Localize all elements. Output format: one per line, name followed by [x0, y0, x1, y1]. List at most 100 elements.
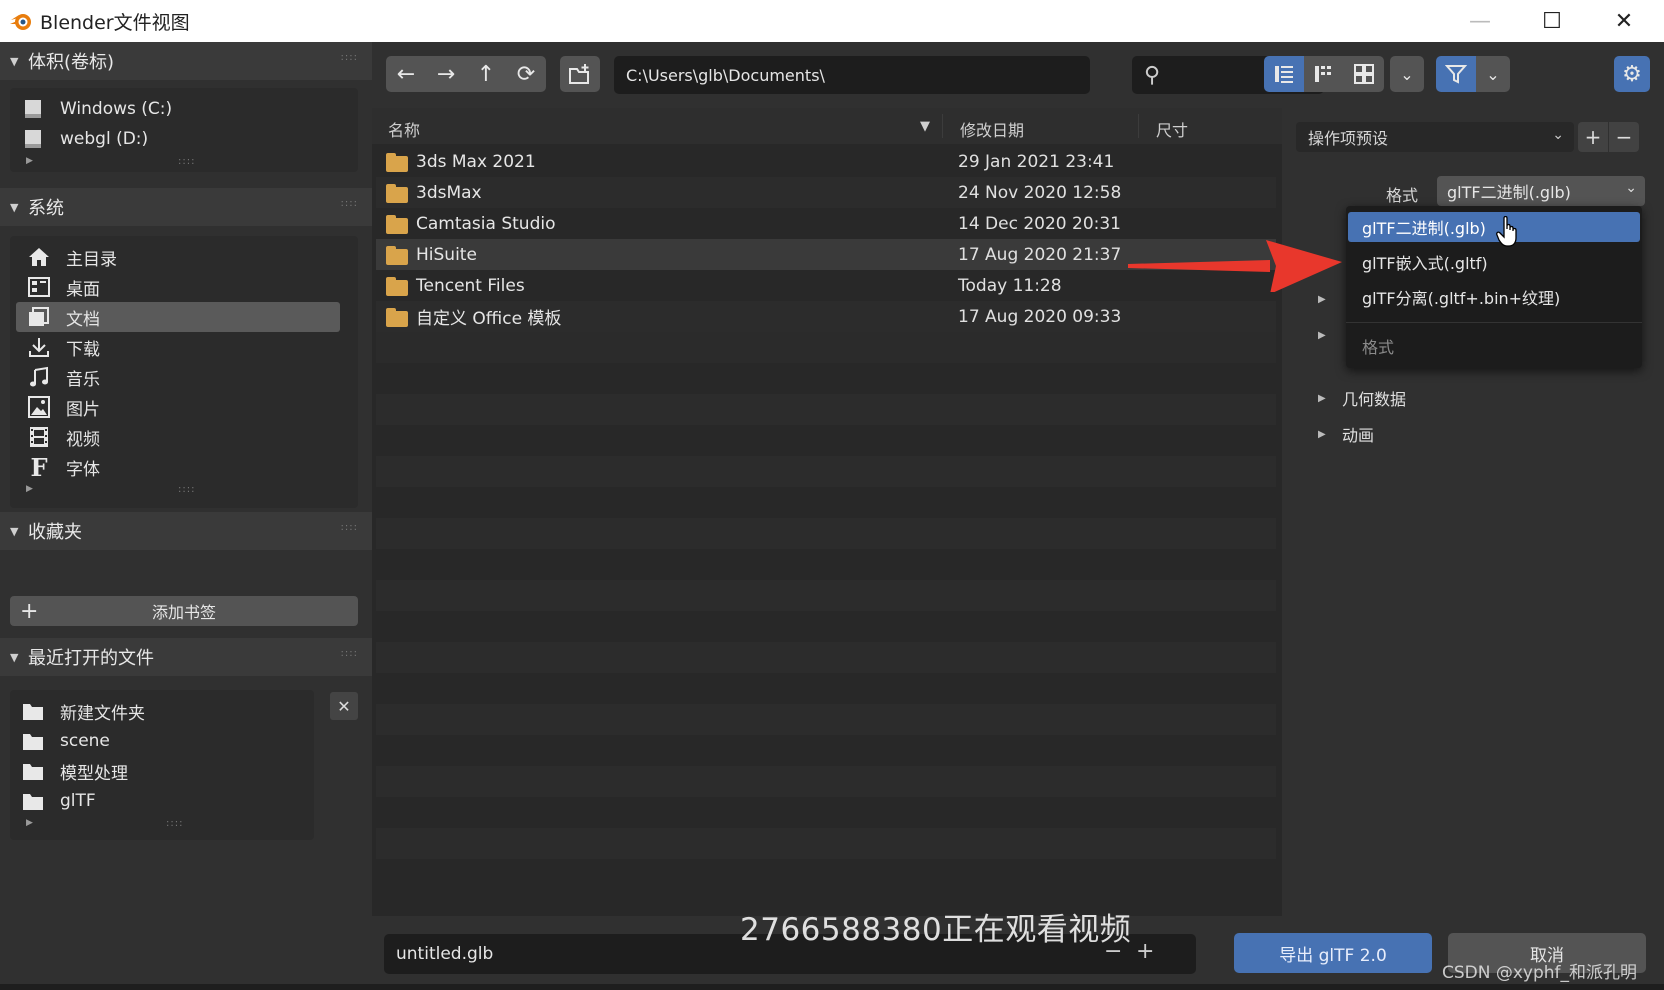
- thumbnail-view-button[interactable]: [1344, 56, 1384, 92]
- directory-path-input[interactable]: C:\Users\glb\Documents\: [614, 56, 1090, 94]
- volumes-section-header[interactable]: ▼ 体积(卷标) ::::: [0, 42, 372, 80]
- list-view-icon: [1275, 66, 1293, 83]
- file-row[interactable]: 3dsMax 24 Nov 2020 12:58: [376, 177, 1276, 208]
- forward-button[interactable]: →: [426, 56, 466, 92]
- recent-item[interactable]: scene: [10, 726, 310, 756]
- sidebar-item-desktop[interactable]: 桌面: [16, 272, 346, 302]
- sidebar-item-videos[interactable]: 视频: [16, 422, 346, 452]
- sidebar-item-music[interactable]: 音乐: [16, 362, 346, 392]
- file-date: 29 Jan 2021 23:41: [958, 151, 1115, 172]
- column-separator[interactable]: [942, 114, 943, 138]
- expand-triangle-icon[interactable]: ▶: [26, 818, 33, 828]
- section-geometry[interactable]: ▶ 几何数据: [1318, 386, 1406, 410]
- hand-cursor-icon: [1496, 216, 1517, 247]
- maximize-icon: ☐: [1542, 8, 1562, 34]
- operator-presets-dropdown[interactable]: 操作项预设 ⌄: [1296, 122, 1574, 152]
- resize-handle-icon[interactable]: ::::: [166, 818, 183, 829]
- remove-preset-button[interactable]: −: [1609, 122, 1639, 152]
- sidebar-item-documents[interactable]: 文档: [16, 302, 340, 332]
- column-separator[interactable]: [1138, 114, 1139, 138]
- folder-icon: [20, 730, 46, 752]
- volume-item-c[interactable]: Windows (C:): [10, 94, 340, 124]
- vertical-list-view-button[interactable]: [1264, 56, 1304, 92]
- file-date: 17 Aug 2020 21:37: [958, 244, 1122, 265]
- system-section-header[interactable]: ▼ 系统 ::::: [0, 188, 372, 226]
- bookmarks-section-header[interactable]: ▼ 收藏夹 ::::: [0, 512, 372, 550]
- collapsed-section[interactable]: ▶: [1318, 294, 1342, 305]
- horizontal-list-view-button[interactable]: [1304, 56, 1344, 92]
- format-option-gltf-separate[interactable]: glTF分离(.gltf+.bin+纹理): [1348, 282, 1640, 312]
- recent-item[interactable]: glTF: [10, 786, 310, 816]
- increment-filename-button[interactable]: +: [1136, 939, 1154, 964]
- sort-descending-icon[interactable]: ▼: [920, 119, 930, 134]
- new-folder-button[interactable]: [560, 56, 600, 92]
- parent-directory-button[interactable]: ↑: [466, 56, 506, 92]
- folder-icon: [386, 183, 410, 203]
- music-icon: [26, 366, 52, 388]
- resize-handle-icon[interactable]: ::::: [178, 484, 195, 495]
- folder-icon: [386, 214, 410, 234]
- font-icon: F: [30, 452, 48, 482]
- empty-row: [376, 394, 1276, 425]
- close-icon: ✕: [337, 696, 351, 716]
- drag-handle-icon[interactable]: ::::: [341, 648, 358, 659]
- add-bookmark-button[interactable]: + 添加书签: [10, 596, 358, 626]
- system-panel: 主目录 桌面 文档 下载 音乐 图片 视频 F 字体 ▶::::: [10, 236, 358, 508]
- sidebar-item-label: 下载: [66, 339, 100, 360]
- file-row[interactable]: 自定义 Office 模板 17 Aug 2020 09:33: [376, 301, 1276, 332]
- window-titlebar: Blender文件视图 — ☐ ✕: [0, 0, 1664, 42]
- folder-icon: [20, 790, 46, 812]
- recent-section-header[interactable]: ▼ 最近打开的文件 ::::: [0, 638, 372, 676]
- file-date: 17 Aug 2020 09:33: [958, 306, 1122, 327]
- expand-triangle-icon[interactable]: ▶: [26, 484, 33, 494]
- expand-triangle-icon[interactable]: ▶: [26, 156, 33, 166]
- file-name: Camtasia Studio: [416, 213, 556, 234]
- sidebar-item-fonts[interactable]: F 字体: [16, 452, 346, 482]
- file-row[interactable]: 3ds Max 2021 29 Jan 2021 23:41: [376, 146, 1276, 177]
- format-select[interactable]: glTF二进制(.glb) ⌄: [1437, 176, 1645, 206]
- minimize-button[interactable]: —: [1444, 0, 1516, 42]
- section-label: 几何数据: [1342, 390, 1407, 409]
- recent-item[interactable]: 模型处理: [10, 756, 310, 786]
- format-option-glb[interactable]: glTF二进制(.glb): [1348, 212, 1640, 242]
- filename-value: untitled.glb: [396, 944, 494, 964]
- column-name-header[interactable]: 名称: [388, 117, 420, 141]
- refresh-button[interactable]: ⟳: [506, 56, 546, 92]
- sidebar-item-pictures[interactable]: 图片: [16, 392, 346, 422]
- plus-icon: +: [1584, 125, 1602, 149]
- menu-separator: [1346, 322, 1642, 323]
- filter-options-dropdown[interactable]: ⌄: [1476, 56, 1510, 92]
- empty-row: [376, 580, 1276, 611]
- sidebar-item-home[interactable]: 主目录: [16, 242, 346, 272]
- format-option-gltf-embedded[interactable]: glTF嵌入式(.gltf): [1348, 247, 1640, 277]
- export-button[interactable]: 导出 glTF 2.0: [1234, 933, 1432, 973]
- settings-button[interactable]: ⚙: [1614, 56, 1650, 92]
- view-options-dropdown[interactable]: ⌄: [1390, 56, 1424, 92]
- column-date-header[interactable]: 修改日期: [960, 117, 1024, 141]
- maximize-button[interactable]: ☐: [1516, 0, 1588, 42]
- empty-row: [376, 456, 1276, 487]
- section-animation[interactable]: ▶ 动画: [1318, 422, 1374, 446]
- back-button[interactable]: ←: [386, 56, 426, 92]
- recent-item[interactable]: 新建文件夹: [10, 696, 310, 726]
- empty-row: [376, 828, 1276, 859]
- sidebar-item-downloads[interactable]: 下载: [16, 332, 346, 362]
- download-icon: [26, 336, 52, 358]
- expand-triangle-icon: ▶: [1318, 392, 1326, 404]
- close-button[interactable]: ✕: [1588, 0, 1660, 42]
- window-title: Blender文件视图: [40, 12, 190, 34]
- drag-handle-icon[interactable]: ::::: [341, 198, 358, 209]
- collapsed-section[interactable]: ▶: [1318, 330, 1342, 341]
- folder-icon: [386, 245, 410, 265]
- volume-item-d[interactable]: webgl (D:): [10, 124, 340, 154]
- resize-handle-icon[interactable]: ::::: [178, 156, 195, 167]
- recent-item-label: scene: [60, 731, 110, 751]
- empty-row: [376, 766, 1276, 797]
- volume-label: Windows (C:): [60, 99, 173, 119]
- drag-handle-icon[interactable]: ::::: [341, 52, 358, 63]
- drag-handle-icon[interactable]: ::::: [341, 522, 358, 533]
- column-size-header[interactable]: 尺寸: [1156, 117, 1188, 141]
- filter-toggle-button[interactable]: [1436, 56, 1476, 92]
- add-preset-button[interactable]: +: [1578, 122, 1608, 152]
- clear-recent-button[interactable]: ✕: [330, 692, 358, 720]
